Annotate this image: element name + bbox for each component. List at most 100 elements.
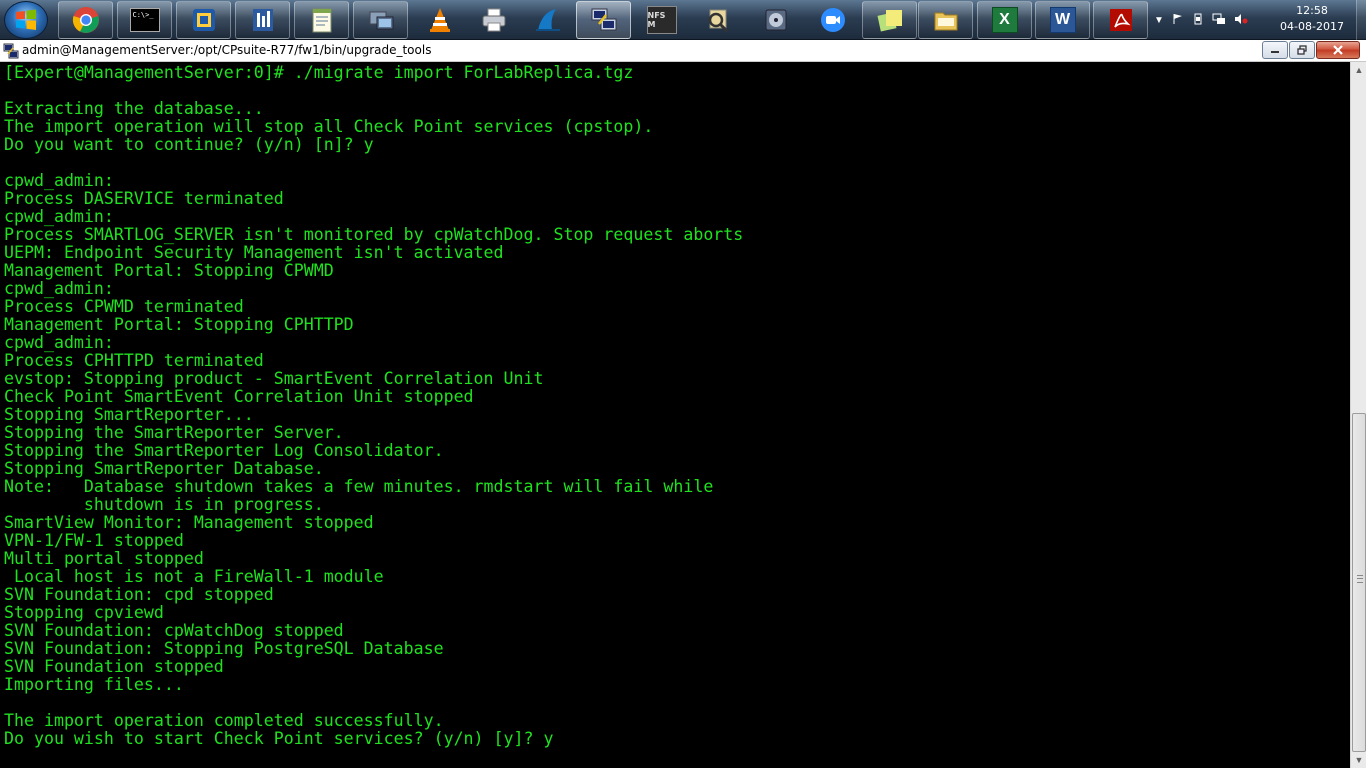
cmd-icon: C:\>_ [129,8,160,32]
nfs-game-icon: NFS M [646,6,677,34]
terminal-line: Process DASERVICE terminated [4,189,284,208]
usb-icon[interactable] [1192,13,1204,28]
terminal-line: Stopping SmartReporter Database. [4,459,324,478]
clock[interactable]: 12:58 04-08-2017 [1272,3,1352,35]
terminal-line: cpwd_admin: [4,279,114,298]
cmd-icon-text: C:\>_ [132,11,154,19]
terminal-line: Process CPWMD terminated [4,297,244,316]
terminal-line: Stopping SmartReporter... [4,405,254,424]
taskbar-app-zoom[interactable] [805,1,860,39]
disk-icon [761,5,791,35]
terminal-line: shutdown is in progress. [4,495,324,514]
terminal-line: Multi portal stopped [4,549,204,568]
show-desktop-button[interactable] [1356,0,1366,40]
taskbar-app-sticky-notes[interactable] [862,1,917,39]
terminal-line: Do you wish to start Check Point service… [4,729,554,748]
volume-muted-icon[interactable] [1234,13,1248,28]
minimize-button[interactable] [1262,41,1288,59]
terminal-line: cpwd_admin: [4,207,114,226]
taskbar-app-virtualbox[interactable] [176,1,231,39]
taskbar-app-folder[interactable] [918,1,973,39]
terminal-line: SmartView Monitor: Management stopped [4,513,374,532]
window-controls [1261,41,1360,59]
notepad-icon [307,5,337,35]
minimize-icon [1271,51,1279,53]
terminal-output[interactable]: [Expert@ManagementServer:0]# ./migrate i… [0,62,1350,768]
terminal-line: Management Portal: Stopping CPHTTPD [4,315,354,334]
start-button[interactable] [4,1,48,39]
taskbar-app-wireshark[interactable] [520,1,575,39]
close-button[interactable] [1316,41,1360,59]
taskbar-app-remote-desktop[interactable] [353,1,408,39]
restore-button[interactable] [1289,41,1315,59]
taskbar-app-vlc[interactable] [412,1,467,39]
terminal-line: SVN Foundation: Stopping PostgreSQL Data… [4,639,444,658]
taskbar-app-cmd[interactable]: C:\>_ [117,1,172,39]
word-icon: W [1049,7,1076,33]
folder-icon [931,5,961,35]
taskbar-app-chrome[interactable] [58,1,113,39]
taskbar-app-printer[interactable] [466,1,521,39]
terminal-line: The import operation completed successfu… [4,711,444,730]
window-titlebar[interactable]: admin@ManagementServer:/opt/CPsuite-R77/… [0,40,1366,62]
terminal-line: Do you want to continue? (y/n) [n]? y [4,135,374,154]
show-hidden-icons-icon[interactable]: ▼ [1154,15,1164,26]
scrollbar-grip-icon [1357,575,1363,583]
network-status-icon[interactable] [1212,13,1226,28]
vlc-icon [425,5,455,35]
remote-desktop-icon [366,5,396,35]
taskbar-app-nfs[interactable]: NFS M [634,1,689,39]
excel-icon-letter: X [999,11,1010,28]
putty-icon [589,5,619,35]
terminal-line: cpwd_admin: [4,333,114,352]
network-icon [248,5,278,35]
taskbar-app-notepad[interactable] [294,1,349,39]
close-icon [1333,45,1343,55]
terminal-line: The import operation will stop all Check… [4,117,654,136]
terminal-line: Management Portal: Stopping CPWMD [4,261,334,280]
terminal-line: Stopping the SmartReporter Log Consolida… [4,441,444,460]
terminal-line: SVN Foundation stopped [4,657,224,676]
taskbar-app-excel[interactable]: X [977,1,1032,39]
word-icon-letter: W [1054,11,1071,28]
restore-icon [1297,45,1307,55]
taskbar-app-acrobat[interactable] [1093,1,1148,39]
terminal-line: Local host is not a FireWall-1 module [4,567,384,586]
taskbar-app-search-tool[interactable] [690,1,745,39]
terminal-line: VPN-1/FW-1 stopped [4,531,184,550]
scroll-up-button[interactable]: ▲ [1351,62,1366,78]
terminal-lines: [Expert@ManagementServer:0]# ./migrate i… [4,64,743,748]
terminal-line: evstop: Stopping product - SmartEvent Co… [4,369,544,388]
taskbar-app-network[interactable] [235,1,290,39]
scrollbar-thumb[interactable] [1352,413,1366,752]
terminal-line: cpwd_admin: [4,171,114,190]
terminal-line: SVN Foundation: cpWatchDog stopped [4,621,344,640]
terminal-line: Stopping cpviewd [4,603,164,622]
vertical-scrollbar[interactable]: ▲ ▼ [1350,62,1366,768]
flag-icon[interactable] [1172,13,1184,28]
acrobat-icon [1106,5,1136,35]
chevron-up-icon: ▲ [1354,65,1364,75]
terminal-line: Extracting the database... [4,99,264,118]
terminal-line: Importing files... [4,675,184,694]
scroll-down-button[interactable]: ▼ [1351,752,1366,768]
search-tool-icon [703,5,733,35]
terminal-line: Stopping the SmartReporter Server. [4,423,344,442]
taskbar-app-word[interactable]: W [1035,1,1090,39]
terminal-line: Process CPHTTPD terminated [4,351,264,370]
excel-icon: X [991,7,1018,33]
printer-icon [479,5,509,35]
terminal-line: Process SMARTLOG_SERVER isn't monitored … [4,225,744,244]
taskbar-app-disk[interactable] [748,1,803,39]
taskbar-app-putty[interactable] [576,1,631,39]
clock-time: 12:58 [1296,4,1328,17]
terminal-line: Note: Database shutdown takes a few minu… [4,477,714,496]
window-title: admin@ManagementServer:/opt/CPsuite-R77/… [22,43,432,57]
nfs-game-label: NFS M [647,11,666,29]
virtualbox-icon [189,5,219,35]
zoom-icon [818,5,848,35]
chrome-icon [71,5,101,35]
